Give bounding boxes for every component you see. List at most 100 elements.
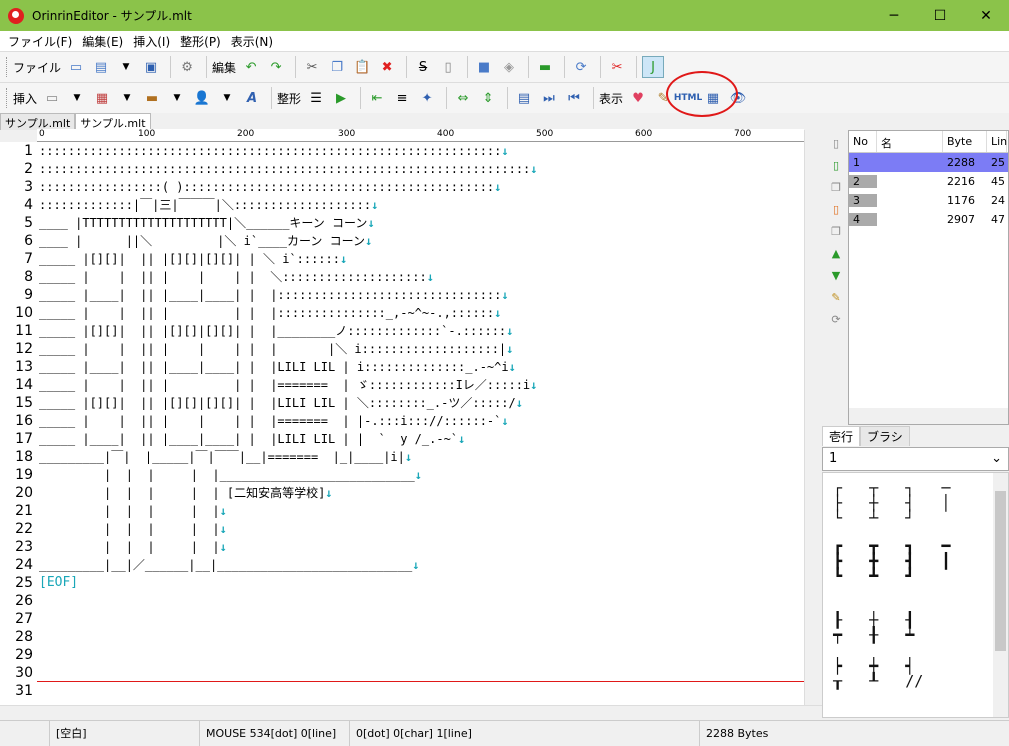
editor-line[interactable]: _____ |____| || |____|____| | |LILI LIL … (39, 358, 516, 376)
green-block-icon[interactable]: ▬ (534, 56, 556, 78)
close-button[interactable]: ✕ (963, 0, 1009, 31)
new-file-icon[interactable]: ▭ (65, 56, 87, 78)
tab-brush[interactable]: ブラシ (860, 426, 910, 446)
open-file-icon[interactable]: ▤ (90, 56, 112, 78)
horizontal-arrows-icon[interactable]: ⇔ (452, 87, 474, 109)
play-icon[interactable]: ▶ (330, 87, 352, 109)
page-copy-icon[interactable]: ❐ (827, 222, 845, 240)
editor-line[interactable]: ____ |TTTTTTTTTTTTTTTTTTTT|＼______キーン コー… (39, 214, 375, 232)
rotate-icon[interactable]: ⟳ (570, 56, 592, 78)
editor-line[interactable]: _____ |[][]| || |[][]|[][]| | ＼ i`::::::… (39, 250, 347, 268)
page-delete-icon[interactable]: ▯ (827, 200, 845, 218)
unicode-toggle-icon[interactable]: J (642, 56, 665, 78)
box-3d-icon[interactable]: ◈ (498, 56, 520, 78)
format-special-icon[interactable]: ✦ (416, 87, 438, 109)
editor-line[interactable]: | | | | |___________________________↓ (39, 466, 422, 484)
page-new-icon[interactable]: ▯ (827, 134, 845, 152)
insert-grid-dropdown-icon[interactable]: ▼ (116, 87, 138, 109)
editor-line[interactable]: _____ |____| || |____|____| | |LILI LIL … (39, 430, 465, 448)
toolbar-grip-2[interactable] (6, 88, 9, 108)
insert-box-dropdown-icon[interactable]: ▼ (166, 87, 188, 109)
menu-edit[interactable]: 編集(E) (78, 33, 127, 50)
page-list-row[interactable]: 3 1176 24 (849, 191, 1008, 210)
column-header-name[interactable]: 名 (877, 131, 943, 152)
editor-line[interactable]: _____ | | || | | | | ＼::::::::::::::::::… (39, 268, 434, 286)
page-down-icon[interactable]: ▼ (827, 266, 845, 284)
brush-set-select[interactable]: 1 ⌄ (822, 447, 1009, 471)
column-header-lines[interactable]: Lin (987, 131, 1007, 152)
undo-icon[interactable]: ↶ (240, 56, 262, 78)
editor-line[interactable]: _____ | | || | | | | | |＼ i:::::::::::::… (39, 340, 513, 358)
page-refresh-icon[interactable]: ⟳ (827, 310, 845, 328)
editor-line[interactable]: _____ |____| || |____|____| | |:::::::::… (39, 286, 509, 304)
editor-horizontal-scrollbar[interactable] (0, 705, 822, 720)
page-list-row[interactable]: 4 2907 47 (849, 210, 1008, 229)
insert-page-dropdown-icon[interactable]: ▼ (66, 87, 88, 109)
editor-line[interactable]: ::::::::::::::::::::::::::::::::::::::::… (39, 160, 538, 178)
insert-page-icon[interactable]: ▭ (41, 87, 63, 109)
page-stack-icon[interactable]: ▤ (513, 87, 535, 109)
editor-line[interactable]: :::::::::::::|￣|三|￣￣￣|＼:::::::::::::::::… (39, 196, 378, 214)
copy-icon[interactable]: ❐ (326, 56, 348, 78)
column-header-byte[interactable]: Byte (943, 131, 987, 152)
frame-icon[interactable]: ■ (473, 56, 495, 78)
paste-icon[interactable]: 📋 (351, 56, 373, 78)
vertical-arrows-icon[interactable]: ⇕ (477, 87, 499, 109)
save-icon[interactable]: ▣ (140, 56, 162, 78)
page-up-icon[interactable]: ▲ (827, 244, 845, 262)
page-list-row[interactable]: 1 2288 25 (849, 153, 1008, 172)
open-dropdown-icon[interactable]: ▼ (115, 56, 137, 78)
minimize-button[interactable]: ─ (871, 0, 917, 31)
menu-file[interactable]: ファイル(F) (4, 33, 76, 50)
page-add-icon[interactable]: ▯ (827, 156, 845, 174)
font-a-icon[interactable]: A (241, 87, 263, 109)
editor-line[interactable]: ::::::::::::::::::::::::::::::::::::::::… (39, 142, 509, 160)
insert-user-dropdown-icon[interactable]: ▼ (216, 87, 238, 109)
editor-line[interactable]: _____ | | || | | | |======= | ゞ:::::::::… (39, 376, 537, 394)
tab-file-2[interactable]: サンプル.mlt (75, 113, 151, 130)
strikethrough-icon[interactable]: S (412, 56, 434, 78)
editor-line[interactable]: | | | | |↓ (39, 502, 227, 520)
editor-line[interactable]: ____ | ||＼ |＼ i`____カーン コーン↓ (39, 232, 372, 250)
page-list-horizontal-scrollbar[interactable] (849, 408, 1008, 424)
menu-view[interactable]: 表示(N) (227, 33, 277, 50)
settings-gear-icon[interactable]: ⚙ (176, 56, 198, 78)
page-icon[interactable]: ▯ (437, 56, 459, 78)
insert-box-icon[interactable]: ▬ (141, 87, 163, 109)
scissors-red-icon[interactable]: ✂ (606, 56, 628, 78)
tab-file-1[interactable]: サンプル.mlt (0, 113, 76, 130)
maximize-button[interactable]: ☐ (917, 0, 963, 31)
menu-format[interactable]: 整形(P) (176, 33, 225, 50)
editor-line[interactable]: _____ |[][]| || |[][]|[][]| | |LILI LIL … (39, 394, 523, 412)
editor-line[interactable]: | | | | | [二知安高等学校]↓ (39, 484, 333, 502)
prev-page-icon[interactable]: ⏮ (563, 87, 585, 109)
cut-icon[interactable]: ✂ (301, 56, 323, 78)
insert-grid-icon[interactable]: ▦ (91, 87, 113, 109)
next-page-icon[interactable]: ⏭ (538, 87, 560, 109)
editor-line[interactable]: _____ | | || | | | |:::::::::::::::_,-~^… (39, 304, 501, 322)
page-duplicate-icon[interactable]: ❐ (827, 178, 845, 196)
column-header-no[interactable]: No (849, 131, 877, 152)
justify-icon[interactable]: ≡ (391, 87, 413, 109)
align-right-icon[interactable]: ☰ (305, 87, 327, 109)
indent-left-icon[interactable]: ⇤ (366, 87, 388, 109)
menu-insert[interactable]: 挿入(I) (129, 33, 174, 50)
tab-one-line[interactable]: 壱行 (822, 426, 861, 446)
editor-line[interactable]: | | | | |↓ (39, 520, 227, 538)
page-edit-icon[interactable]: ✎ (827, 288, 845, 306)
editor-line[interactable]: _____ | | || | | | | |======= | |-.:::i:… (39, 412, 509, 430)
toolbar-grip[interactable] (6, 57, 9, 77)
insert-user-icon[interactable]: 👤 (191, 87, 213, 109)
brush-glyph-row[interactable]: └ ┴ ┘ (833, 511, 914, 526)
page-list-row[interactable]: 2 2216 45 (849, 172, 1008, 191)
brush-glyph-row[interactable]: ┯ ╂ ┷ (833, 628, 914, 643)
editor-vertical-scrollbar[interactable] (804, 130, 822, 705)
editor-line[interactable]: :::::::::::::::::( )::::::::::::::::::::… (39, 178, 501, 196)
heart-icon[interactable]: ♥ (627, 87, 649, 109)
editor-line[interactable]: _________|￣| |_____|￣|￣￣|__|======= |_|_… (39, 448, 412, 466)
brush-glyph-row[interactable]: ┰ ┸ // (833, 674, 923, 689)
editor-line[interactable]: _________|__|／______|__|________________… (39, 556, 419, 574)
text-editor[interactable]: ::::::::::::::::::::::::::::::::::::::::… (37, 142, 804, 705)
redo-icon[interactable]: ↷ (265, 56, 287, 78)
editor-line[interactable]: _____ |[][]| || |[][]|[][]| | |________ノ… (39, 322, 513, 340)
